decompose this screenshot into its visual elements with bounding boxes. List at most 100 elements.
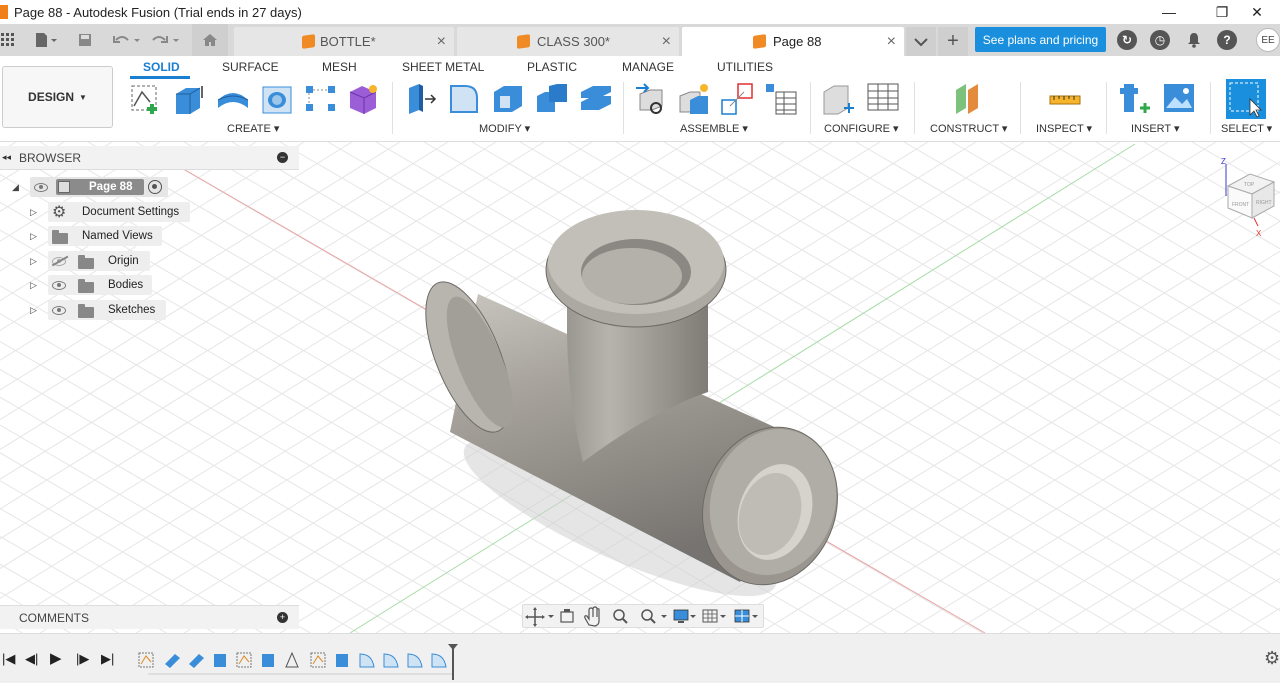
timeline-features[interactable] [130, 642, 470, 682]
user-avatar[interactable]: EE [1256, 28, 1280, 52]
expand-triangle-icon[interactable]: ▷ [30, 280, 37, 291]
rigid-group-icon[interactable] [720, 82, 754, 116]
create-sketch-icon[interactable] [128, 82, 162, 116]
browser-item-document-settings[interactable]: ▷ ⚙ Document Settings [0, 202, 299, 222]
expand-triangle-icon[interactable]: ▷ [30, 305, 37, 316]
tab-class-300[interactable]: CLASS 300* × [457, 27, 679, 56]
close-tab-icon[interactable]: × [662, 33, 671, 51]
new-component-icon[interactable] [678, 82, 712, 116]
svg-text:Z: Z [1221, 157, 1226, 166]
modify-menu[interactable]: MODIFY ▾ [479, 122, 530, 135]
component-icon [58, 181, 70, 193]
timeline-fillet-icon [383, 653, 399, 668]
shell-icon[interactable] [491, 82, 525, 116]
help-icon[interactable]: ? [1217, 30, 1237, 50]
see-plans-button[interactable]: See plans and pricing [975, 27, 1106, 52]
tab-list-chevron-icon[interactable] [906, 27, 936, 56]
file-menu-icon[interactable] [30, 24, 62, 56]
step-forward-icon[interactable]: |▶ [76, 651, 89, 667]
redo-icon[interactable] [148, 24, 184, 56]
insert-canvas-icon[interactable] [1162, 82, 1196, 116]
press-pull-icon[interactable] [403, 82, 437, 116]
browser-item-bodies[interactable]: ▷ Bodies [0, 275, 299, 295]
tab-page-88[interactable]: Page 88 × [682, 27, 904, 56]
tab-manage[interactable]: MANAGE [622, 60, 674, 74]
group-divider [623, 82, 624, 134]
timeline-body-icon [214, 654, 226, 667]
combine-icon[interactable] [535, 82, 569, 116]
pattern-icon[interactable] [304, 82, 338, 116]
go-to-start-icon[interactable]: |◀ [2, 651, 15, 667]
timeline-extrude-icon [189, 654, 204, 668]
go-to-end-icon[interactable]: ▶| [101, 651, 114, 667]
tab-solid[interactable]: SOLID [143, 60, 180, 74]
workspace-switcher[interactable]: DESIGN ▼ [2, 66, 113, 128]
measure-icon[interactable] [1048, 82, 1082, 116]
browser-item-named-views[interactable]: ▷ Named Views [0, 226, 299, 246]
tab-sheet-metal[interactable]: SHEET METAL [402, 60, 484, 74]
browser-item-origin[interactable]: ▷ Origin [0, 251, 299, 271]
minimize-icon[interactable]: — [1146, 0, 1192, 24]
construct-menu[interactable]: CONSTRUCT ▾ [930, 122, 1007, 135]
comments-panel-header[interactable]: COMMENTS + [0, 605, 299, 629]
visibility-eye-icon[interactable] [52, 306, 66, 315]
tab-mesh[interactable]: MESH [322, 60, 357, 74]
close-icon[interactable]: ✕ [1234, 0, 1280, 24]
collapse-browser-icon[interactable]: ◂◂ [2, 152, 11, 163]
orbit-icon [525, 607, 545, 627]
create-form-icon[interactable] [346, 82, 380, 116]
browser-root-page-88[interactable]: ◢ Page 88 [0, 177, 299, 197]
activate-radio-icon[interactable] [148, 180, 162, 194]
step-back-icon[interactable]: ◀| [25, 651, 38, 667]
close-tab-icon[interactable]: × [887, 33, 896, 51]
configure-icon[interactable] [822, 82, 856, 116]
visibility-eye-icon[interactable] [34, 182, 48, 192]
select-icon[interactable] [1226, 79, 1266, 119]
expand-triangle-icon[interactable]: ▷ [30, 207, 37, 218]
browser-item-sketches[interactable]: ▷ Sketches [0, 300, 299, 320]
hole-icon[interactable] [260, 82, 294, 116]
tab-surface[interactable]: SURFACE [222, 60, 279, 74]
add-comment-icon[interactable]: + [277, 612, 288, 623]
tree-item-label: Named Views [82, 230, 153, 242]
expand-triangle-icon[interactable]: ▷ [30, 256, 37, 267]
insert-menu[interactable]: INSERT ▾ [1131, 122, 1180, 135]
fillet-icon[interactable] [447, 82, 481, 116]
look-at-icon [560, 609, 574, 623]
expand-triangle-icon[interactable]: ▷ [30, 231, 37, 242]
job-status-icon[interactable]: ◷ [1150, 30, 1170, 50]
visibility-eye-icon[interactable] [52, 281, 66, 290]
view-cube[interactable]: Z TOP FRONT RIGHT X [1218, 156, 1280, 240]
split-body-icon[interactable] [579, 82, 613, 116]
undo-icon[interactable] [108, 24, 146, 56]
svg-text:TOP: TOP [1244, 182, 1255, 188]
select-menu[interactable]: SELECT ▾ [1221, 122, 1272, 135]
extrude-icon[interactable] [172, 82, 206, 116]
joint-icon[interactable] [634, 82, 668, 116]
play-icon[interactable]: ▶ [50, 649, 62, 667]
timeline-settings-gear-icon[interactable]: ⚙ [1264, 648, 1280, 669]
assemble-menu[interactable]: ASSEMBLE ▾ [680, 122, 748, 135]
configure-menu[interactable]: CONFIGURE ▾ [824, 122, 899, 135]
bill-of-materials-icon[interactable] [764, 82, 798, 116]
collapse-triangle-icon[interactable]: ◢ [12, 182, 19, 193]
tab-bottle[interactable]: BOTTLE* × [234, 27, 454, 56]
close-tab-icon[interactable]: × [437, 33, 446, 51]
new-tab-plus-icon[interactable]: + [938, 27, 968, 56]
window-title: Page 88 - Autodesk Fusion (Trial ends in… [14, 4, 302, 20]
revolve-icon[interactable] [216, 82, 250, 116]
tab-plastic[interactable]: PLASTIC [527, 60, 577, 74]
create-menu[interactable]: CREATE ▾ [227, 122, 279, 135]
notifications-bell-icon[interactable] [1184, 24, 1204, 56]
tab-utilities[interactable]: UTILITIES [717, 60, 773, 74]
browser-panel-header[interactable]: ◂◂ BROWSER − [0, 146, 299, 170]
save-icon[interactable] [74, 24, 96, 56]
browser-minimize-icon[interactable]: − [277, 152, 288, 163]
inspect-menu[interactable]: INSPECT ▾ [1036, 122, 1092, 135]
extensions-icon[interactable]: ↻ [1117, 30, 1137, 50]
home-icon[interactable] [192, 24, 228, 56]
app-grid-icon[interactable] [0, 24, 16, 56]
configuration-table-icon[interactable] [866, 82, 900, 116]
insert-derive-icon[interactable] [1118, 82, 1152, 116]
offset-plane-icon[interactable] [952, 82, 986, 116]
